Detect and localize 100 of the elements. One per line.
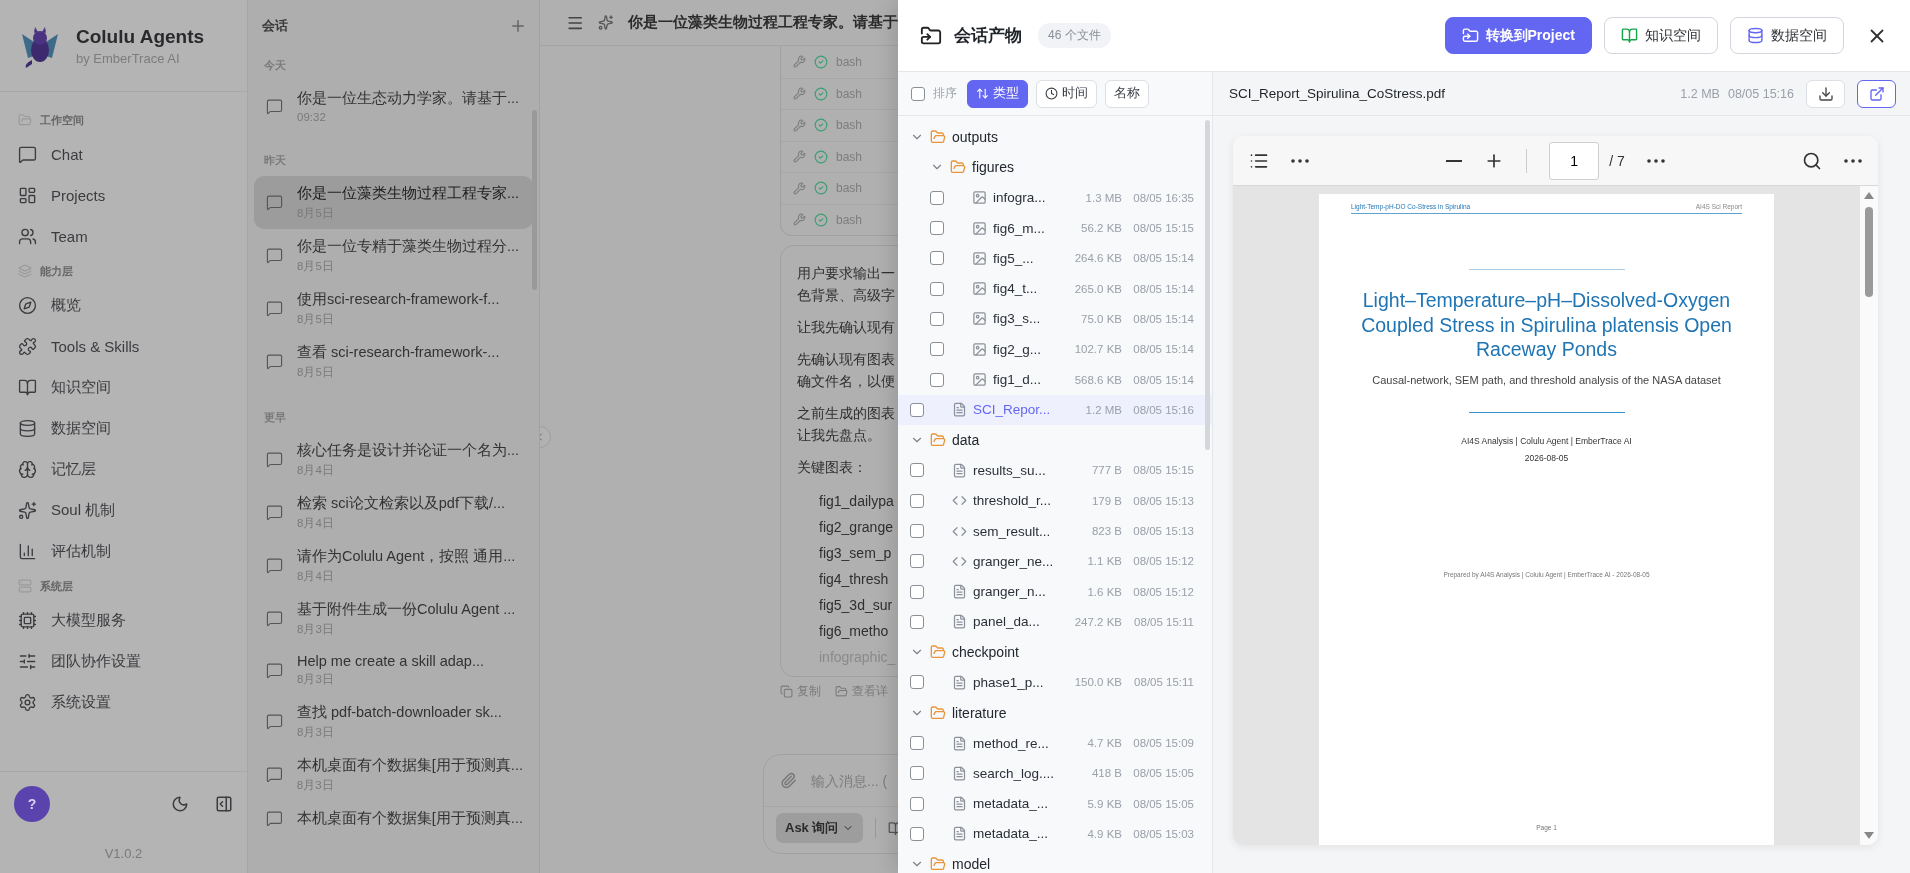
file-time: 08/05 15:15 [1132, 464, 1194, 477]
file-row[interactable]: panel_da... 247.2 KB 08/05 15:11 [898, 606, 1212, 638]
folder-icon [930, 856, 946, 873]
scroll-thumb[interactable] [1865, 207, 1873, 297]
folder-name[interactable]: literature [952, 704, 1007, 721]
nav-item[interactable]: Tools & Skills [10, 326, 237, 367]
file-row[interactable]: search_log.... 418 B 08/05 15:05 [898, 758, 1212, 789]
file-row[interactable]: fig3_s... 75.0 KB 08/05 15:14 [898, 303, 1212, 335]
nav-item[interactable]: 团队协作设置 [10, 641, 237, 682]
checkbox[interactable] [930, 190, 944, 205]
nav-item[interactable]: Soul 机制 [10, 490, 237, 531]
more-button[interactable] [1844, 158, 1862, 163]
checkbox[interactable] [910, 675, 924, 690]
zoom-out-button[interactable] [1446, 159, 1463, 162]
sort-button[interactable]: 类型 [967, 79, 1028, 108]
conversation-item[interactable]: 本机桌面有个数据集[用于预测真... [254, 801, 533, 836]
paperclip-icon[interactable] [780, 772, 797, 789]
file-row[interactable]: metadata_... 5.9 KB 08/05 15:05 [898, 788, 1212, 819]
checkbox[interactable] [910, 463, 924, 478]
download-button[interactable] [1806, 79, 1845, 108]
folder-name[interactable]: data [952, 432, 980, 449]
sort-button[interactable]: 名称 [1105, 79, 1149, 108]
scroll-up-icon[interactable] [1864, 192, 1874, 199]
file-name: sem_result... [973, 523, 1052, 539]
section-label: 系统层 [40, 578, 73, 594]
checkbox[interactable] [910, 402, 924, 417]
layers-icon [18, 264, 32, 278]
file-time: 08/05 15:12 [1132, 585, 1194, 598]
scrollbar[interactable] [1860, 186, 1878, 845]
new-chat-button[interactable] [509, 17, 527, 35]
checkbox[interactable] [910, 614, 924, 629]
checkbox[interactable] [910, 584, 924, 599]
checkbox[interactable] [930, 221, 944, 236]
space-button[interactable]: 知识空间 [1604, 17, 1718, 54]
moon-icon [171, 795, 189, 813]
scroll-down-icon[interactable] [1864, 832, 1874, 839]
file-row[interactable]: fig4_t... 265.0 KB 08/05 15:14 [898, 273, 1212, 304]
nav-item[interactable]: 知识空间 [10, 367, 237, 408]
file-row[interactable]: granger_n... 1.6 KB 08/05 15:12 [898, 576, 1212, 607]
file-row[interactable]: fig6_m... 56.2 KB 08/05 15:15 [898, 212, 1212, 244]
theme-toggle[interactable] [171, 795, 189, 813]
file-row[interactable]: fig5_... 264.6 KB 08/05 15:14 [898, 243, 1212, 274]
nav-item[interactable]: Chat [10, 134, 237, 175]
folder-name[interactable]: outputs [952, 129, 998, 146]
file-row[interactable]: sem_result... 823 B 08/05 15:13 [898, 515, 1212, 547]
space-button[interactable]: 数据空间 [1730, 17, 1844, 54]
checkbox[interactable] [930, 281, 944, 296]
file-row[interactable]: threshold_r... 179 B 08/05 15:13 [898, 485, 1212, 516]
file-row[interactable]: SCI_Repor... 1.2 MB 08/05 15:16 [898, 394, 1212, 425]
file-row[interactable]: phase1_p... 150.0 KB 08/05 15:11 [898, 667, 1212, 698]
help-button[interactable]: ? [14, 786, 50, 822]
nav-item[interactable]: 大模型服务 [10, 600, 237, 641]
folder-name[interactable]: figures [972, 159, 1015, 176]
mode-dropdown[interactable]: Ask 询问 [776, 813, 864, 843]
nav-item[interactable]: 概览 [10, 285, 237, 326]
select-all-checkbox[interactable] [911, 86, 925, 101]
nav-item[interactable]: 记忆层 [10, 449, 237, 490]
list-item: fig3_sem_p [818, 544, 893, 563]
search-button[interactable] [1802, 150, 1822, 171]
checkbox[interactable] [930, 251, 944, 266]
checkbox[interactable] [910, 766, 924, 781]
page-number-field[interactable]: 1 [1549, 141, 1600, 180]
nav-item[interactable]: Projects [10, 175, 237, 216]
checkbox[interactable] [930, 311, 944, 326]
checkbox[interactable] [910, 826, 924, 841]
chat-icon [266, 713, 283, 730]
checkbox[interactable] [910, 554, 924, 569]
checkbox[interactable] [930, 372, 944, 387]
list-item: fig2_grange [818, 518, 894, 537]
collapse-sidebar-button[interactable] [215, 795, 233, 813]
file-row[interactable]: fig2_g... 102.7 KB 08/05 15:14 [898, 334, 1212, 365]
checkbox[interactable] [910, 493, 924, 508]
file-row[interactable]: fig1_d... 568.6 KB 08/05 15:14 [898, 364, 1212, 395]
file-size: 568.6 KB [1074, 373, 1122, 386]
file-time: 08/05 15:05 [1132, 767, 1194, 780]
book-icon[interactable] [888, 820, 898, 836]
chat-icon [266, 610, 283, 627]
nav-item[interactable]: Team [10, 216, 237, 257]
more-button[interactable] [1291, 158, 1309, 163]
open-external-button[interactable] [1857, 79, 1896, 108]
file-row[interactable]: granger_ne... 1.1 KB 08/05 15:12 [898, 546, 1212, 577]
file-row[interactable]: metadata_... 4.9 KB 08/05 15:03 [898, 818, 1212, 850]
file-row[interactable]: results_su... 777 B 08/05 15:15 [898, 455, 1212, 486]
folder-name[interactable]: model [952, 856, 991, 873]
folder-name[interactable]: checkpoint [952, 644, 1019, 661]
convert-button[interactable]: 转换到Project [1444, 17, 1592, 54]
more-button[interactable] [1646, 158, 1665, 163]
brand-tagline: by EmberTrace AI [76, 50, 181, 66]
nav-item[interactable]: 数据空间 [10, 408, 237, 449]
scrollbar[interactable] [1205, 120, 1210, 450]
nav-item[interactable]: 评估机制 [10, 531, 237, 572]
sort-button[interactable]: 时间 [1036, 79, 1097, 108]
file-row[interactable]: method_re... 4.7 KB 08/05 15:09 [898, 727, 1212, 759]
checkbox[interactable] [930, 342, 944, 357]
checkbox[interactable] [910, 736, 924, 751]
nav-item[interactable]: 系统设置 [10, 682, 237, 723]
checkbox[interactable] [910, 524, 924, 538]
checkbox[interactable] [910, 796, 924, 811]
file-size: 75.0 KB [1081, 312, 1122, 325]
file-row[interactable]: infogra... 1.3 MB 08/05 16:35 [898, 182, 1212, 213]
